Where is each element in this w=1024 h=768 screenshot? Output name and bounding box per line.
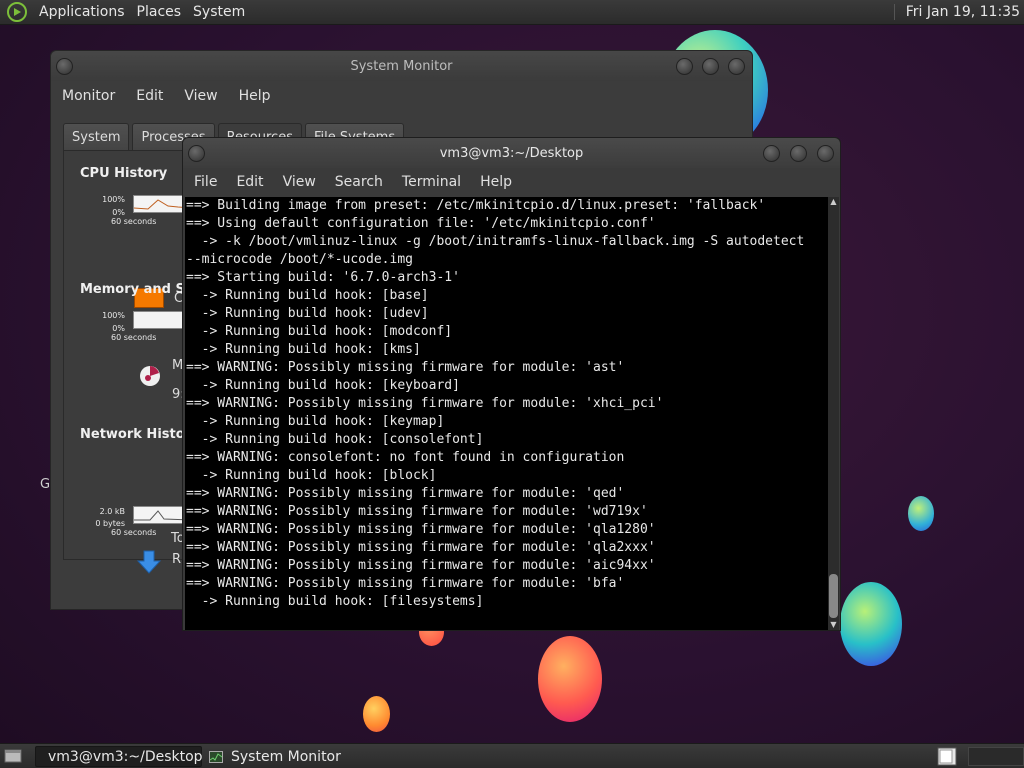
terminal-line: ==> WARNING: Possibly missing firmware f… (186, 360, 625, 375)
menu-monitor[interactable]: Monitor (62, 88, 115, 104)
desktop-balloon-orange (363, 696, 390, 732)
terminal-line: -> Running build hook: [filesystems] (186, 594, 484, 609)
desktop-balloon-red (538, 636, 602, 722)
top-panel: Applications Places System Fri Jan 19, 1… (0, 0, 1024, 25)
bottom-panel: vm3@vm3:~/Desktop System Monitor (0, 743, 1024, 768)
network-received-fragment: R (172, 552, 182, 567)
network-seconds-label: 60 seconds (111, 528, 157, 537)
show-desktop-icon[interactable] (4, 749, 22, 763)
clock[interactable]: Fri Jan 19, 11:35 (906, 4, 1020, 20)
memory-seconds-label: 60 seconds (111, 333, 157, 342)
terminal-line: ==> WARNING: Possibly missing firmware f… (186, 576, 625, 591)
terminal-line: ==> WARNING: consolefont: no font found … (186, 450, 625, 465)
menu-applications[interactable]: Applications (33, 4, 131, 20)
menu-edit[interactable]: Edit (236, 174, 263, 190)
cpu-history-title: CPU History (80, 166, 168, 181)
workspace-pager[interactable] (968, 747, 1024, 766)
minimize-button[interactable] (676, 58, 693, 75)
terminal-line: ==> WARNING: Possibly missing firmware f… (186, 540, 656, 555)
menu-places[interactable]: Places (131, 4, 188, 20)
window-menu-button[interactable] (56, 58, 73, 75)
terminal-line: -> Running build hook: [block] (186, 468, 437, 483)
cpu-axis-top: 100% (102, 195, 125, 204)
terminal-line: ==> WARNING: Possibly missing firmware f… (186, 558, 656, 573)
terminal-line: -> Running build hook: [keymap] (186, 414, 445, 429)
terminal-line: ==> WARNING: Possibly missing firmware f… (186, 522, 656, 537)
terminal-line: -> Running build hook: [modconf] (186, 324, 453, 339)
taskbar-item-label: vm3@vm3:~/Desktop (48, 748, 203, 765)
download-arrow-icon[interactable] (136, 549, 162, 575)
terminal-line: ==> WARNING: Possibly missing firmware f… (186, 504, 648, 519)
system-monitor-menubar: Monitor Edit View Help (51, 81, 752, 111)
menu-terminal[interactable]: Terminal (402, 174, 461, 190)
cpu-seconds-label: 60 seconds (111, 217, 157, 226)
terminal-output[interactable]: ==> Building image from preset: /etc/mki… (185, 197, 828, 630)
terminal-line: -> Running build hook: [consolefont] (186, 432, 484, 447)
panel-separator (893, 4, 896, 20)
taskbar-item-terminal[interactable]: vm3@vm3:~/Desktop (35, 746, 203, 767)
close-button[interactable] (817, 145, 834, 162)
terminal-line: ==> Using default configuration file: '/… (186, 216, 656, 231)
terminal-line: -> Running build hook: [kms] (186, 342, 421, 357)
memory-pie-icon[interactable] (138, 364, 162, 388)
menu-view[interactable]: View (184, 88, 217, 104)
system-monitor-icon (209, 750, 223, 763)
scroll-down-arrow-icon[interactable]: ▼ (828, 620, 839, 630)
desktop-balloon-right (840, 582, 902, 666)
menu-system[interactable]: System (187, 4, 251, 20)
terminal-line: -> -k /boot/vmlinuz-linux -g /boot/initr… (186, 234, 805, 249)
window-title: vm3@vm3:~/Desktop (439, 145, 584, 161)
terminal-line: ==> WARNING: Possibly missing firmware f… (186, 396, 664, 411)
scroll-up-arrow-icon[interactable]: ▲ (828, 197, 839, 207)
desktop-balloon-small (908, 496, 934, 531)
tab-system[interactable]: System (63, 123, 130, 150)
terminal-line: ==> Starting build: '6.7.0-arch3-1' (186, 270, 460, 285)
terminal-line: ==> Building image from preset: /etc/mki… (186, 198, 766, 213)
maximize-button[interactable] (702, 58, 719, 75)
workspace-switcher-icon[interactable] (937, 747, 957, 766)
terminal-line: -> Running build hook: [keyboard] (186, 378, 460, 393)
window-menu-button[interactable] (188, 145, 205, 162)
terminal-titlebar[interactable]: vm3@vm3:~/Desktop (183, 138, 840, 168)
terminal-line: --microcode /boot/*-ucode.img (186, 252, 413, 267)
network-axis-bottom: 0 bytes (95, 519, 125, 528)
network-axis-top: 2.0 kB (99, 507, 125, 516)
maximize-button[interactable] (790, 145, 807, 162)
distro-logo-icon[interactable] (7, 2, 27, 22)
close-button[interactable] (728, 58, 745, 75)
memory-axis-bottom: 0% (112, 324, 125, 333)
terminal-scrollbar[interactable]: ▲ ▼ (828, 197, 839, 630)
terminal-menubar: File Edit View Search Terminal Help (183, 168, 840, 196)
menu-view[interactable]: View (283, 174, 316, 190)
system-monitor-titlebar[interactable]: System Monitor (51, 51, 752, 81)
window-title: System Monitor (350, 58, 453, 74)
minimize-button[interactable] (763, 145, 780, 162)
menu-search[interactable]: Search (335, 174, 383, 190)
terminal-line: -> Running build hook: [udev] (186, 306, 429, 321)
taskbar-item-label: System Monitor (231, 748, 341, 765)
menu-help[interactable]: Help (480, 174, 512, 190)
cpu-axis-bottom: 0% (112, 208, 125, 217)
memory-axis-top: 100% (102, 311, 125, 320)
terminal-line: -> Running build hook: [base] (186, 288, 429, 303)
menu-edit[interactable]: Edit (136, 88, 163, 104)
menu-help[interactable]: Help (239, 88, 271, 104)
menu-file[interactable]: File (194, 174, 217, 190)
desktop-icon-label-fragment[interactable]: G (40, 477, 50, 492)
terminal-line: ==> WARNING: Possibly missing firmware f… (186, 486, 625, 501)
scroll-thumb[interactable] (829, 574, 838, 618)
terminal-window: vm3@vm3:~/Desktop File Edit View Search … (182, 137, 841, 631)
taskbar-item-system-monitor[interactable]: System Monitor (205, 746, 365, 767)
